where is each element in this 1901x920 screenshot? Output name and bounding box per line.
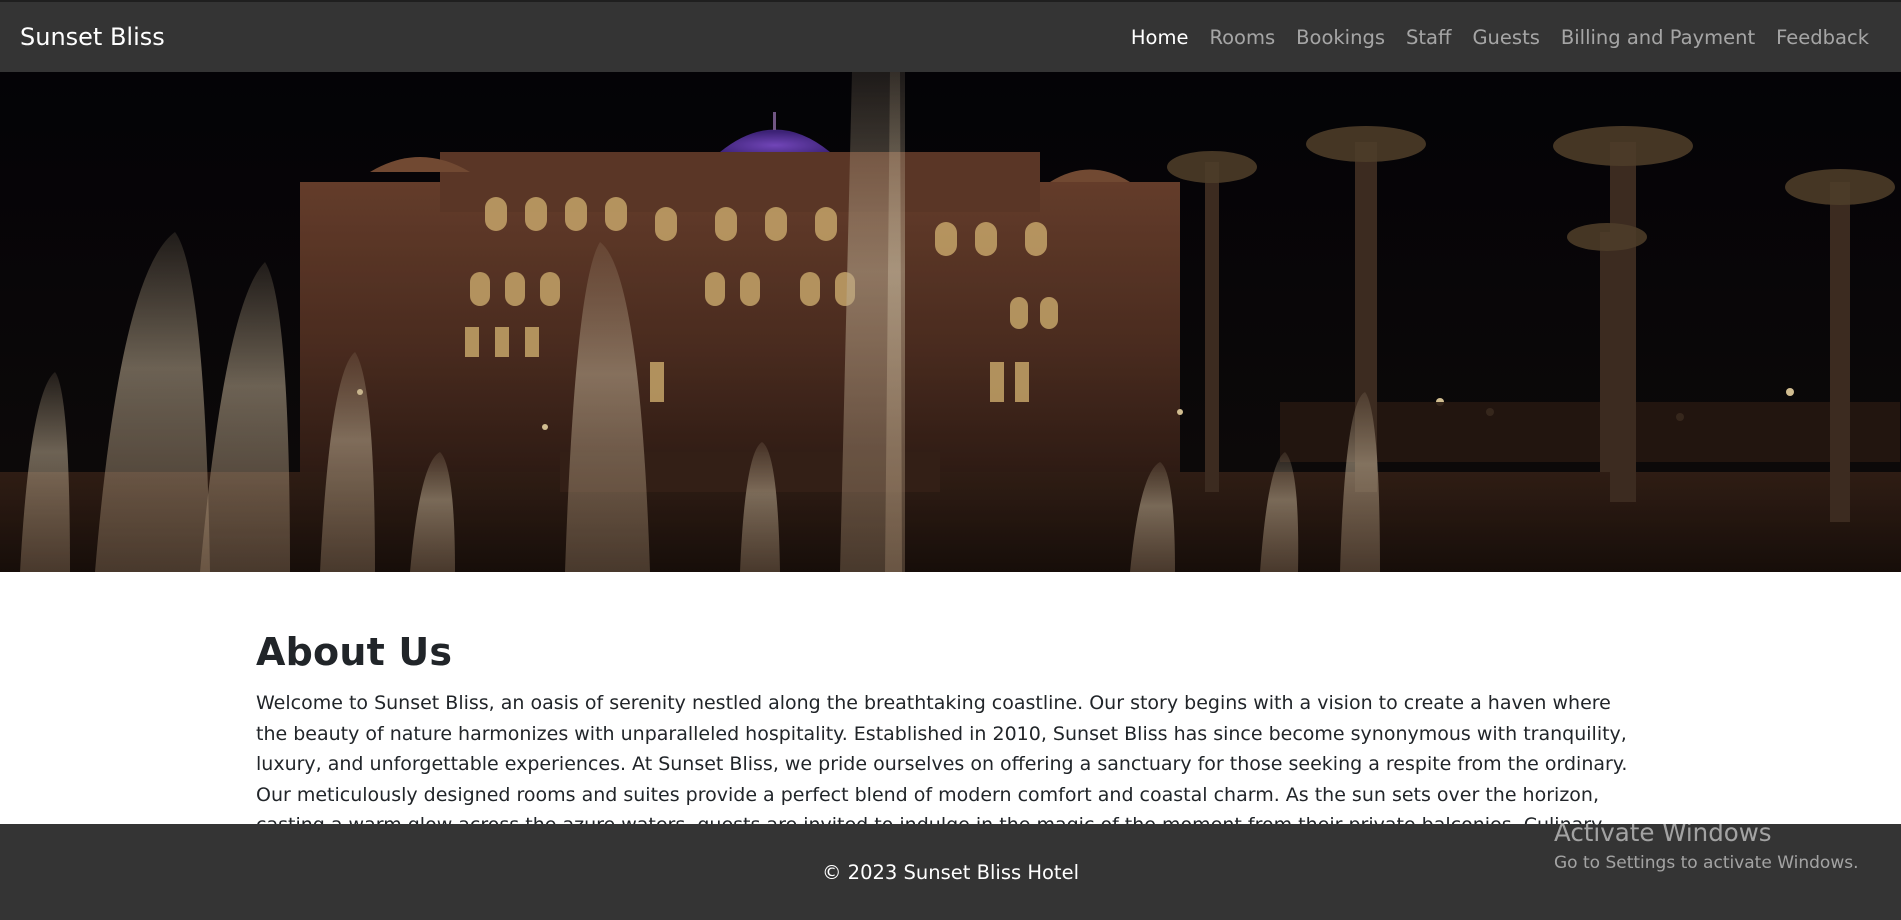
top-navbar: Sunset Bliss Home Rooms Bookings Staff G… (0, 0, 1901, 72)
windows-activation-watermark: Activate Windows Go to Settings to activ… (1554, 818, 1859, 873)
watermark-title: Activate Windows (1554, 818, 1772, 847)
nav-links: Home Rooms Bookings Staff Guests Billing… (1131, 26, 1869, 49)
hero-image (0, 72, 1901, 572)
brand-logo-link[interactable]: Sunset Bliss (20, 23, 165, 51)
nav-link-billing-and-payment[interactable]: Billing and Payment (1561, 26, 1755, 49)
nav-link-bookings[interactable]: Bookings (1296, 26, 1385, 49)
nav-link-guests[interactable]: Guests (1472, 26, 1539, 49)
nav-link-feedback[interactable]: Feedback (1776, 26, 1869, 49)
footer-copyright: © 2023 Sunset Bliss Hotel (821, 860, 1079, 884)
nav-link-home[interactable]: Home (1131, 26, 1189, 49)
hotel-night-illustration (0, 72, 1901, 572)
about-title: About Us (256, 630, 453, 674)
nav-link-staff[interactable]: Staff (1406, 26, 1451, 49)
nav-link-rooms[interactable]: Rooms (1209, 26, 1275, 49)
watermark-subtitle: Go to Settings to activate Windows. (1554, 853, 1859, 873)
